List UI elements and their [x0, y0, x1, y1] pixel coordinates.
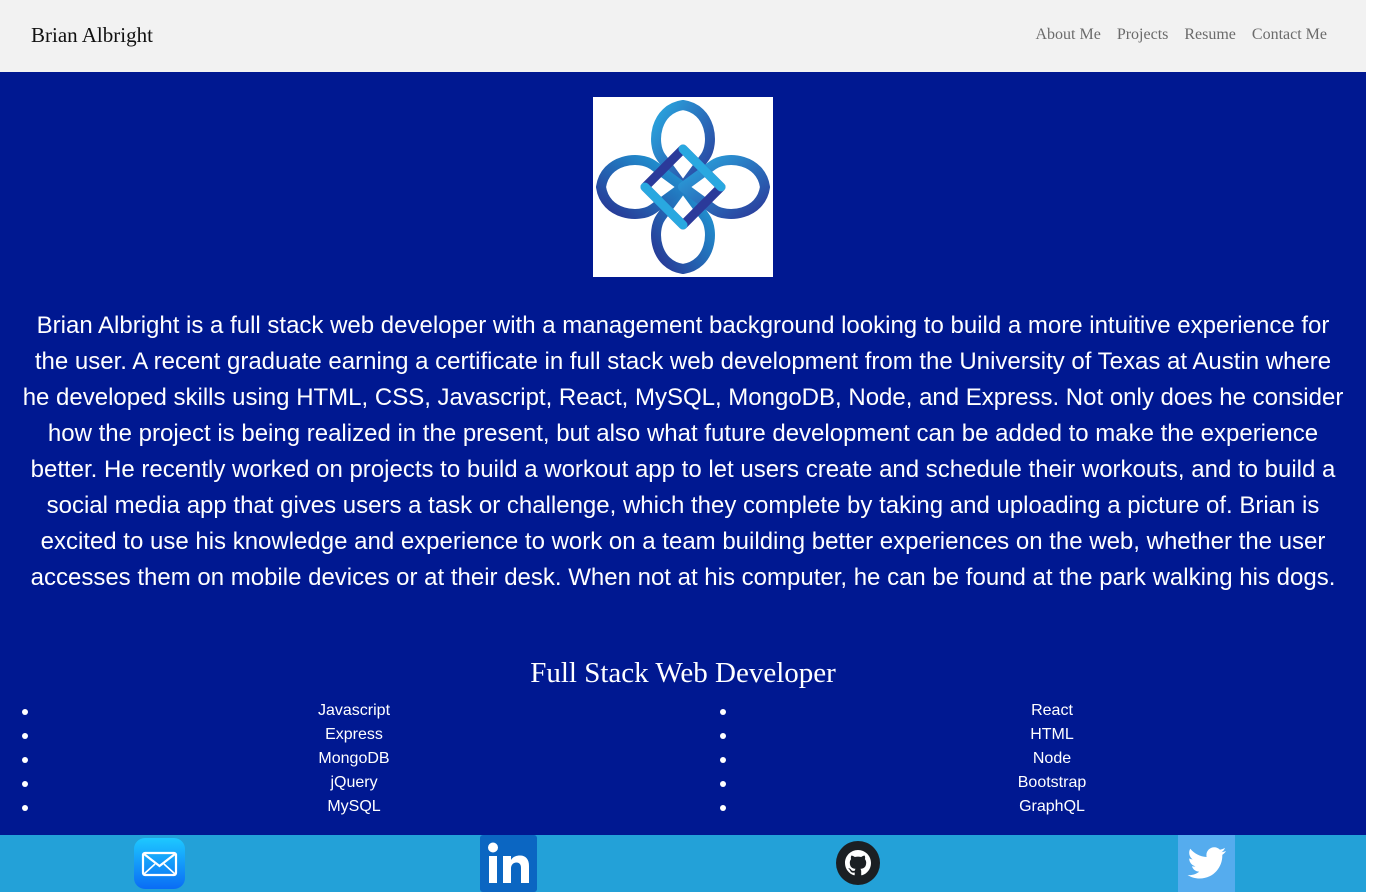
skill-label: Node	[1032, 750, 1072, 767]
twitter-link[interactable]	[1178, 835, 1235, 892]
bullet-icon	[22, 733, 28, 739]
nav-link-contact-me[interactable]: Contact Me	[1252, 25, 1327, 45]
skill-item: HTML	[720, 723, 1366, 747]
skill-label: Bootstrap	[1017, 774, 1087, 791]
skill-item: Javascript	[22, 699, 686, 723]
skill-label: MongoDB	[318, 750, 390, 767]
github-link[interactable]	[836, 841, 880, 885]
role-title: Full Stack Web Developer	[530, 657, 836, 689]
nav-link-projects[interactable]: Projects	[1117, 25, 1169, 45]
skill-item: Express	[22, 723, 686, 747]
skill-label: HTML	[1030, 726, 1074, 743]
twitter-icon	[1178, 835, 1235, 892]
bullet-icon	[22, 757, 28, 763]
bullet-icon	[720, 805, 726, 811]
linkedin-link[interactable]	[480, 835, 537, 892]
celtic-knot-icon	[596, 100, 770, 274]
skill-item: Bootstrap	[720, 771, 1366, 795]
skills-section: Javascript Express MongoDB jQuery MySQL …	[0, 699, 1366, 824]
celtic-knot-logo	[593, 97, 773, 277]
skill-label: jQuery	[330, 774, 378, 791]
mail-icon	[134, 838, 185, 889]
nav-link-about-me[interactable]: About Me	[1035, 25, 1100, 45]
navbar: Brian Albright About Me Projects Resume …	[0, 0, 1366, 72]
skill-label: React	[1031, 702, 1073, 719]
about-section: Brian Albright is a full stack web devel…	[0, 72, 1366, 835]
skills-list-left: Javascript Express MongoDB jQuery MySQL	[22, 699, 686, 819]
page: Brian Albright About Me Projects Resume …	[0, 0, 1366, 892]
mail-link[interactable]	[134, 838, 185, 889]
bio-paragraph: Brian Albright is a full stack web devel…	[22, 312, 1344, 591]
skill-label: MySQL	[327, 798, 381, 815]
github-icon	[836, 841, 880, 885]
skill-label: Express	[325, 726, 383, 743]
bullet-icon	[720, 781, 726, 787]
skill-item: GraphQL	[720, 795, 1366, 819]
nav-link-resume[interactable]: Resume	[1184, 25, 1236, 45]
bullet-icon	[22, 781, 28, 787]
footer	[0, 835, 1366, 892]
linkedin-icon	[480, 835, 537, 892]
bullet-icon	[720, 709, 726, 715]
skill-label: Javascript	[317, 702, 391, 719]
brand-link[interactable]: Brian Albright	[31, 22, 153, 48]
skill-item: MySQL	[22, 795, 686, 819]
bullet-icon	[720, 733, 726, 739]
bullet-icon	[22, 709, 28, 715]
skill-item: MongoDB	[22, 747, 686, 771]
skill-item: React	[720, 699, 1366, 723]
skills-list-right: React HTML Node Bootstrap GraphQL	[720, 699, 1366, 819]
nav-links: About Me Projects Resume Contact Me	[1035, 25, 1327, 45]
bullet-icon	[22, 805, 28, 811]
skill-item: Node	[720, 747, 1366, 771]
skill-label: GraphQL	[1019, 798, 1085, 815]
skill-item: jQuery	[22, 771, 686, 795]
bullet-icon	[720, 757, 726, 763]
